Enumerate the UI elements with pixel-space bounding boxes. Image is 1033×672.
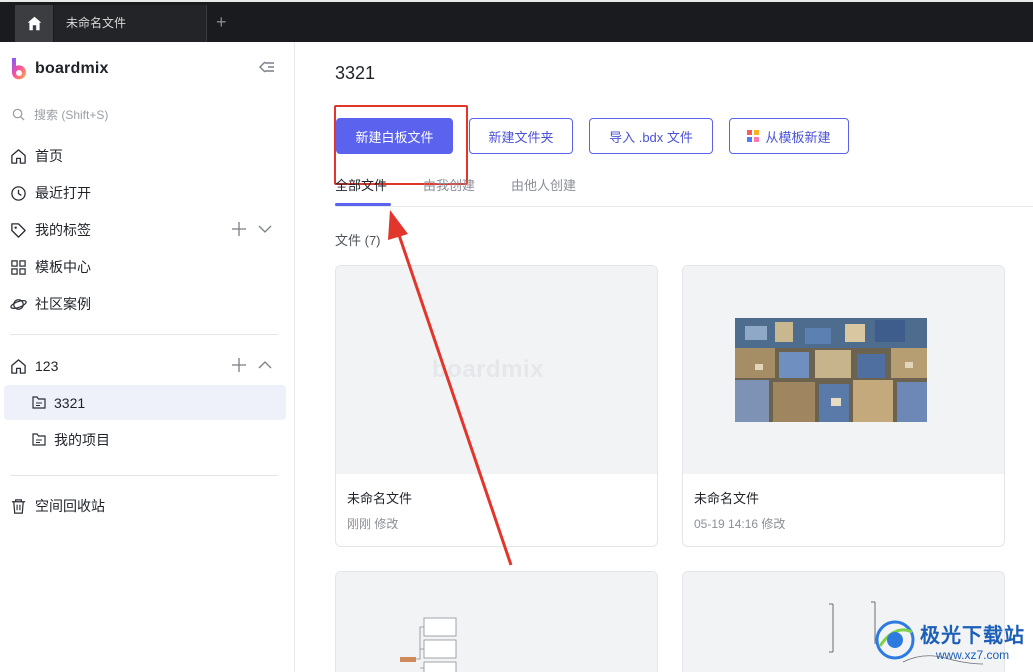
tag-icon [11,222,26,238]
import-bdx-button[interactable]: 导入 .bdx 文件 [589,118,713,154]
add-tab-button[interactable]: + [216,10,227,34]
file-thumbnail [336,572,657,672]
sidebar-item-trash[interactable]: 空间回收站 [10,495,105,517]
trash-icon [11,498,26,514]
sidebar-item-label: 我的标签 [35,222,91,238]
file-card[interactable]: boardmix 未命名文件 刚刚 修改 [335,265,658,547]
sidebar-item-label: 首页 [35,148,63,164]
file-name: 未命名文件 [347,491,413,506]
tab-all-files[interactable]: 全部文件 [335,175,387,194]
sidebar: boardmix 搜索 (Shift+S) 首页 最近打开 我的标签 模板中心 … [0,42,295,672]
sidebar-item-label: 模板中心 [35,259,91,275]
new-folder-button[interactable]: 新建文件夹 [469,118,573,154]
chevron-up-icon[interactable] [258,358,272,372]
team-controls [232,358,272,372]
grid-icon [11,259,26,275]
folder-icon [32,396,46,409]
planet-icon [10,298,27,310]
file-card[interactable]: 未命名文件 05-19 14:16 修改 [682,265,1005,547]
sidebar-item-home[interactable]: 首页 [10,145,63,167]
template-icon [747,130,760,142]
tabs-divider [335,206,1033,207]
folder-icon [32,433,46,446]
page-title: 3321 [335,63,376,83]
team-space-label: 123 [35,358,59,374]
sidebar-divider [10,475,278,476]
home-icon [27,16,41,31]
sidebar-item-community[interactable]: 社区案例 [10,293,91,315]
project-label: 我的项目 [54,431,110,448]
search-icon [12,108,25,121]
team-space-header[interactable]: 123 [10,355,58,377]
sidebar-item-tags[interactable]: 我的标签 [10,219,91,241]
project-item-3321[interactable]: 3321 [4,385,286,420]
file-thumbnail [683,266,1004,474]
site-watermark: 极光下载站 www.xz7.com [872,618,1025,662]
file-modified: 05-19 14:16 修改 [694,517,786,531]
site-watermark-title: 极光下载站 [920,624,1025,647]
file-card[interactable] [335,571,658,672]
city-photo-image [735,318,927,422]
home-icon [11,148,26,164]
sidebar-item-templates[interactable]: 模板中心 [10,256,91,278]
thumbnail-watermark: boardmix [432,356,545,383]
site-logo-icon [875,620,915,660]
tab-created-by-me[interactable]: 由我创建 [423,175,475,194]
tab-created-by-others[interactable]: 由他人创建 [511,175,576,194]
site-watermark-url: www.xz7.com [935,647,1010,662]
home-icon [11,358,26,374]
home-tab[interactable] [15,5,53,42]
window-tab-bar: 未命名文件 + [0,0,1033,42]
project-item-my-project[interactable]: 我的项目 [4,422,286,457]
search-box[interactable]: 搜索 (Shift+S) [12,106,108,123]
brand-logo[interactable]: boardmix [10,57,109,81]
annotation-highlight-box [334,105,468,185]
clock-icon [11,185,26,201]
sidebar-item-label: 空间回收站 [35,498,105,514]
new-from-template-button[interactable]: 从模板新建 [729,118,849,154]
file-name: 未命名文件 [694,491,760,506]
sidebar-item-recent[interactable]: 最近打开 [10,182,91,204]
add-project-icon[interactable] [232,358,246,372]
sidebar-item-label: 社区案例 [35,296,91,312]
file-thumbnail: boardmix [336,266,657,474]
search-placeholder: 搜索 (Shift+S) [34,108,109,122]
chevron-down-icon[interactable] [258,222,272,236]
file-modified: 刚刚 修改 [347,517,399,531]
files-section-label: 文件 (7) [335,233,381,248]
collapse-sidebar-button[interactable] [259,60,275,79]
collapse-icon [259,61,274,73]
tab-divider [206,5,207,42]
sidebar-divider [10,334,278,335]
mindmap-preview-image [400,617,457,672]
project-label: 3321 [54,394,86,411]
add-tag-icon[interactable] [232,222,246,236]
sidebar-item-label: 最近打开 [35,185,91,201]
boardmix-logo-icon [11,58,26,80]
document-tab[interactable]: 未命名文件 [54,5,206,42]
brand-name: boardmix [35,60,109,77]
new-from-template-label: 从模板新建 [765,129,831,145]
tags-controls [232,222,272,236]
